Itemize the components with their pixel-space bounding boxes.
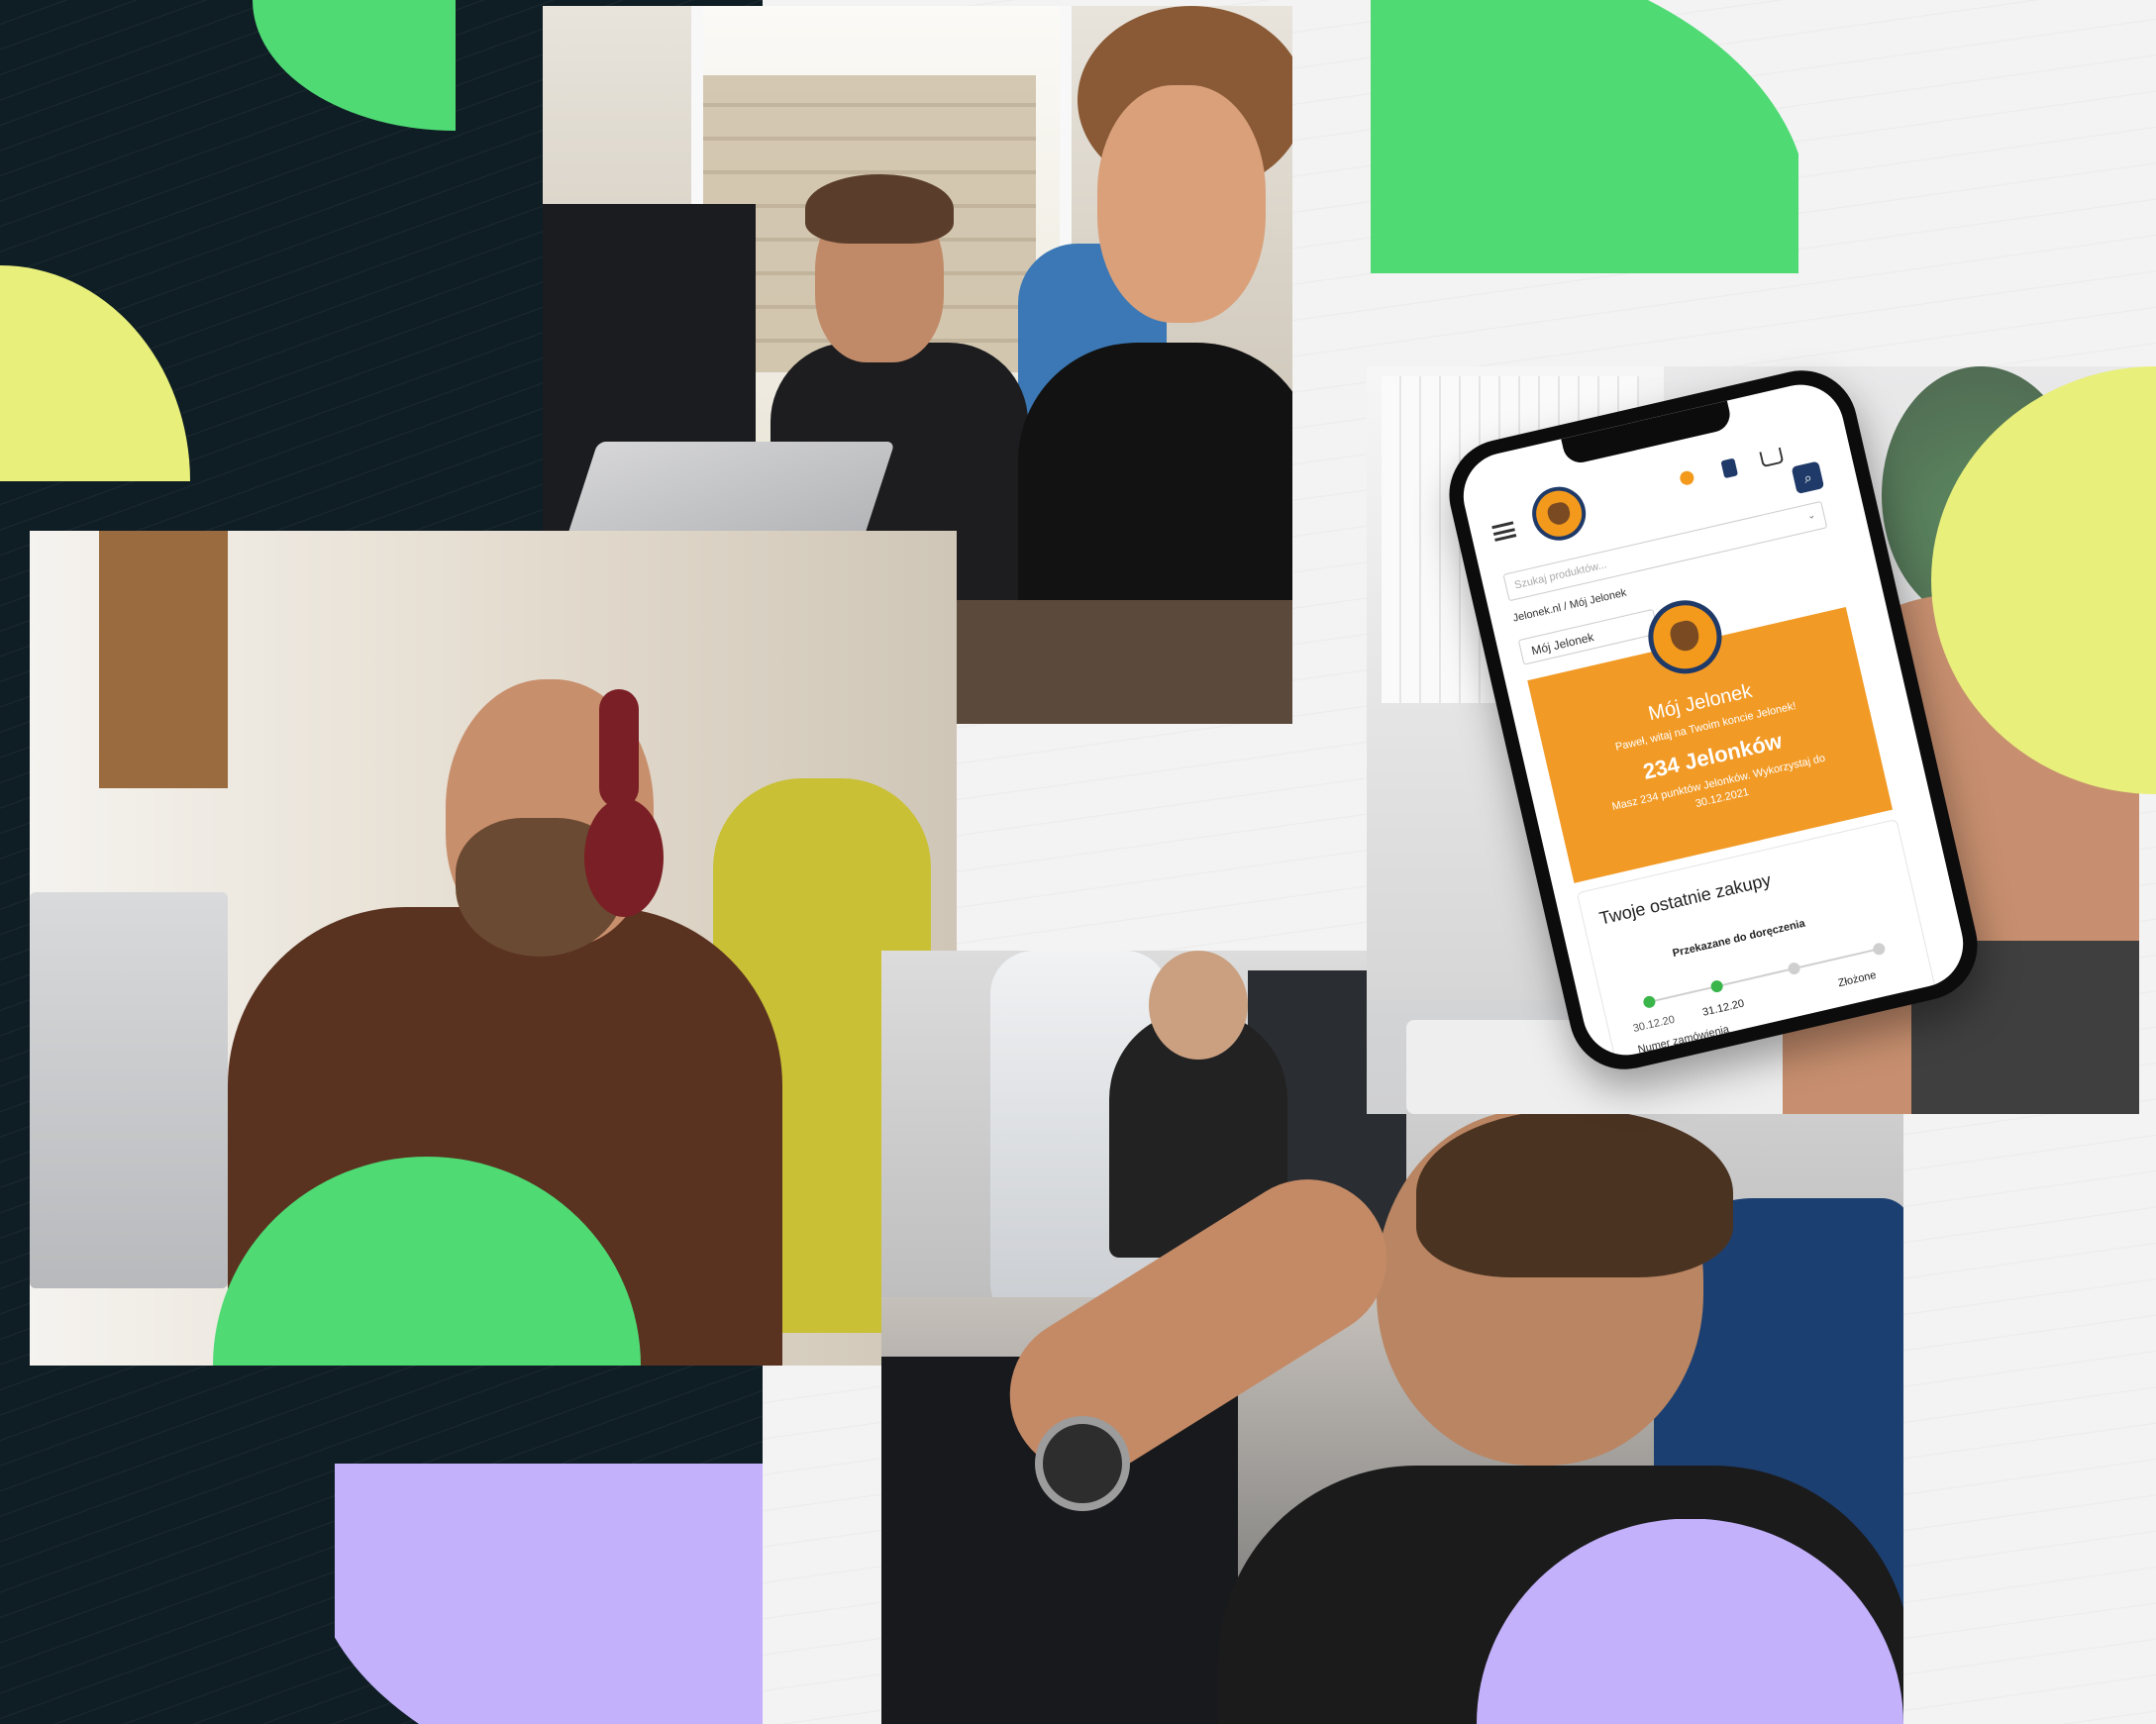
date-step-1: 30.12.20 — [1631, 1013, 1677, 1036]
yellow-half-circle-right — [1931, 366, 2156, 794]
chevron-down-icon: ⌄ — [1805, 509, 1817, 523]
grid-icon[interactable] — [1720, 457, 1739, 479]
purple-quarter-circle — [335, 1464, 763, 1724]
search-placeholder: Szukaj produktów... — [1513, 558, 1608, 592]
logo[interactable] — [1526, 481, 1591, 547]
timeline-step — [1872, 942, 1887, 957]
recent-title: Twoje ostatnie zakupy — [1597, 869, 1774, 929]
green-half-circle-bottom — [213, 1157, 641, 1366]
green-quarter-circle-right — [1371, 0, 1798, 273]
menu-icon[interactable] — [1491, 521, 1517, 542]
search-icon[interactable]: ⌕ — [1791, 460, 1825, 495]
yellow-half-circle-left — [0, 265, 190, 481]
purple-half-circle-bottom-right — [1477, 1519, 1903, 1724]
cart-icon[interactable] — [1759, 447, 1785, 468]
date-step-2: 31.12.20 — [1700, 997, 1746, 1019]
user-icon[interactable] — [1678, 469, 1695, 487]
timeline-step — [1642, 994, 1657, 1010]
badge-logo — [1641, 592, 1729, 681]
timeline-label: Przekazane do doręczenia — [1671, 917, 1806, 961]
green-quarter-circle-top — [253, 0, 456, 131]
timeline-step — [1787, 961, 1801, 976]
order-status: Złożone — [1836, 968, 1878, 990]
timeline-step — [1709, 978, 1724, 994]
